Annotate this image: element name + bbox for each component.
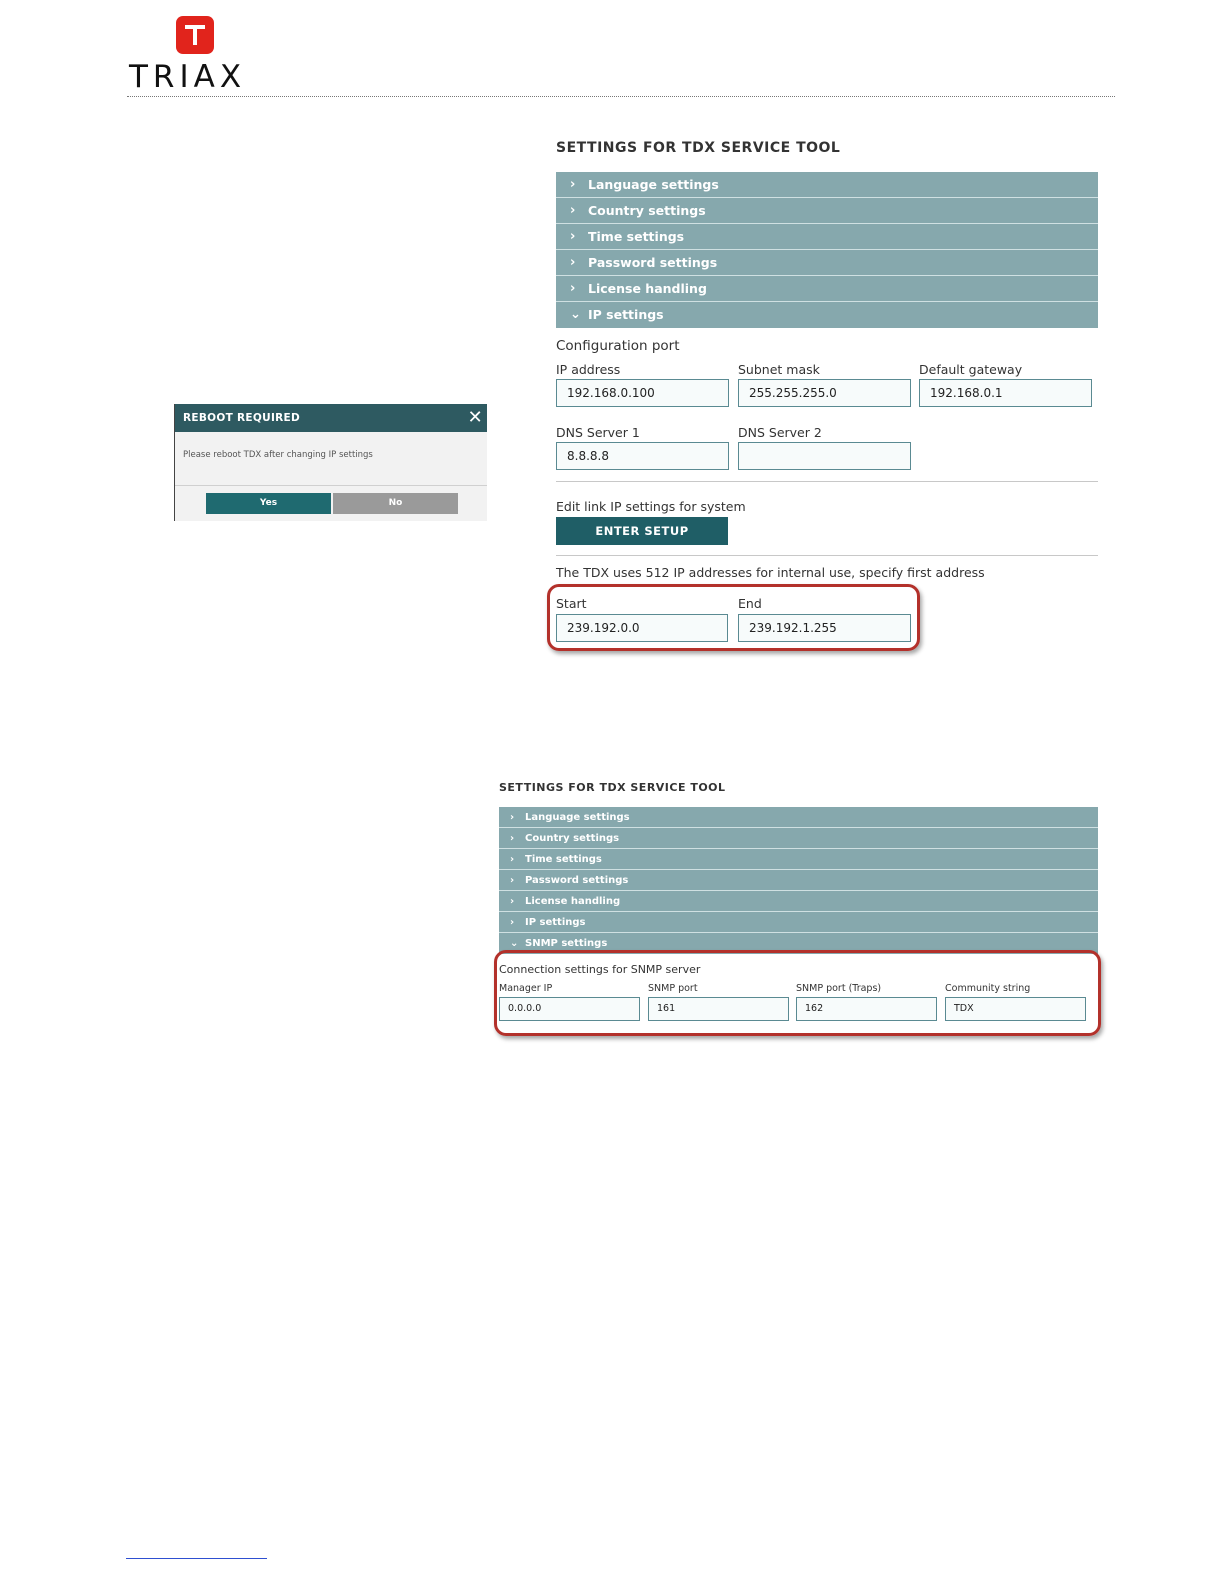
connection-heading: Connection settings for SNMP server — [499, 963, 701, 976]
end-field[interactable]: 239.192.1.255 — [738, 614, 911, 642]
page-title: SETTINGS FOR TDX SERVICE TOOL — [499, 781, 726, 794]
snmp-traps-port-field[interactable]: 162 — [796, 997, 937, 1021]
community-string-field[interactable]: TDX — [945, 997, 1086, 1021]
no-button[interactable]: No — [333, 493, 458, 514]
subnet-mask-label: Subnet mask — [738, 362, 820, 377]
dns2-label: DNS Server 2 — [738, 425, 822, 440]
chevron-right-icon: › — [510, 917, 515, 928]
edit-link-text: Edit link IP settings for system — [556, 499, 746, 514]
menu-item-label: Language settings — [588, 177, 719, 192]
snmp-port-label: SNMP port — [648, 983, 698, 994]
snmp-port-field[interactable]: 161 — [648, 997, 789, 1021]
chevron-right-icon: › — [570, 177, 576, 192]
menu-item-ip-settings[interactable]: › IP settings — [499, 912, 1098, 933]
menu-item-label: Time settings — [525, 854, 602, 865]
page-title: SETTINGS FOR TDX SERVICE TOOL — [556, 140, 841, 156]
chevron-right-icon: › — [510, 875, 515, 886]
reboot-dialog: REBOOT REQUIRED ✕ Please reboot TDX afte… — [174, 404, 487, 521]
chevron-right-icon: › — [510, 854, 515, 865]
chevron-right-icon: › — [570, 203, 576, 218]
start-label: Start — [556, 596, 587, 611]
menu-item-label: Password settings — [588, 255, 718, 270]
subnet-mask-field[interactable]: 255.255.255.0 — [738, 379, 911, 407]
start-field[interactable]: 239.192.0.0 — [556, 614, 728, 642]
header-divider — [127, 96, 1115, 97]
menu-item-label: SNMP settings — [525, 938, 608, 949]
chevron-right-icon: › — [510, 812, 515, 823]
community-string-label: Community string — [945, 983, 1031, 994]
internal-range-text: The TDX uses 512 IP addresses for intern… — [556, 565, 985, 580]
menu-item-password[interactable]: › Password settings — [556, 250, 1098, 276]
dns2-field[interactable] — [738, 442, 911, 470]
menu-item-label: Language settings — [525, 812, 630, 823]
footer-link-underline — [126, 1558, 267, 1559]
menu-item-password[interactable]: › Password settings — [499, 870, 1098, 891]
chevron-right-icon: › — [510, 833, 515, 844]
end-label: End — [738, 596, 762, 611]
menu-item-label: License handling — [525, 896, 621, 907]
menu-item-label: Time settings — [588, 229, 685, 244]
config-port-heading: Configuration port — [556, 338, 680, 354]
menu-item-country[interactable]: › Country settings — [499, 828, 1098, 849]
menu-item-label: IP settings — [588, 307, 664, 322]
menu-item-license[interactable]: › License handling — [556, 276, 1098, 302]
section-divider — [556, 555, 1098, 556]
manager-ip-label: Manager IP — [499, 983, 553, 994]
menu-item-label: Country settings — [588, 203, 706, 218]
ip-address-field[interactable]: 192.168.0.100 — [556, 379, 729, 407]
triax-logo-icon — [176, 16, 214, 54]
menu-item-license[interactable]: › License handling — [499, 891, 1098, 912]
dns1-label: DNS Server 1 — [556, 425, 640, 440]
dialog-divider — [175, 485, 487, 486]
menu-item-language[interactable]: › Language settings — [556, 172, 1098, 198]
snmp-traps-port-label: SNMP port (Traps) — [796, 983, 882, 994]
menu-item-label: Country settings — [525, 833, 620, 844]
settings-accordion: › Language settings › Country settings › Ti… — [499, 807, 1098, 954]
menu-item-label: Password settings — [525, 875, 629, 886]
dialog-title: REBOOT REQUIRED — [183, 412, 301, 424]
enter-setup-button[interactable]: ENTER SETUP — [556, 517, 728, 545]
ip-address-label: IP address — [556, 362, 621, 377]
yes-button[interactable]: Yes — [206, 493, 331, 514]
close-icon[interactable]: ✕ — [468, 404, 483, 432]
menu-item-country[interactable]: › Country settings — [556, 198, 1098, 224]
chevron-right-icon: › — [570, 255, 576, 270]
chevron-right-icon: › — [570, 229, 576, 244]
logo-wordmark: TRIAX — [129, 59, 247, 95]
dns1-field[interactable]: 8.8.8.8 — [556, 442, 729, 470]
settings-accordion: › Language settings › Country settings › Ti… — [556, 172, 1098, 328]
menu-item-time[interactable]: › Time settings — [499, 849, 1098, 870]
menu-item-ip-settings[interactable]: ⌄ IP settings — [556, 302, 1098, 328]
menu-item-label: License handling — [588, 281, 707, 296]
chevron-right-icon: › — [570, 281, 576, 296]
section-divider — [556, 481, 1098, 482]
chevron-right-icon: › — [510, 896, 515, 907]
menu-item-language[interactable]: › Language settings — [499, 807, 1098, 828]
default-gateway-label: Default gateway — [919, 362, 1023, 377]
dialog-message: Please reboot TDX after changing IP sett… — [183, 450, 373, 460]
menu-item-label: IP settings — [525, 917, 586, 928]
chevron-down-icon: ⌄ — [570, 307, 581, 322]
default-gateway-field[interactable]: 192.168.0.1 — [919, 379, 1092, 407]
manager-ip-field[interactable]: 0.0.0.0 — [499, 997, 640, 1021]
dialog-header: REBOOT REQUIRED ✕ — [175, 404, 487, 432]
menu-item-time[interactable]: › Time settings — [556, 224, 1098, 250]
